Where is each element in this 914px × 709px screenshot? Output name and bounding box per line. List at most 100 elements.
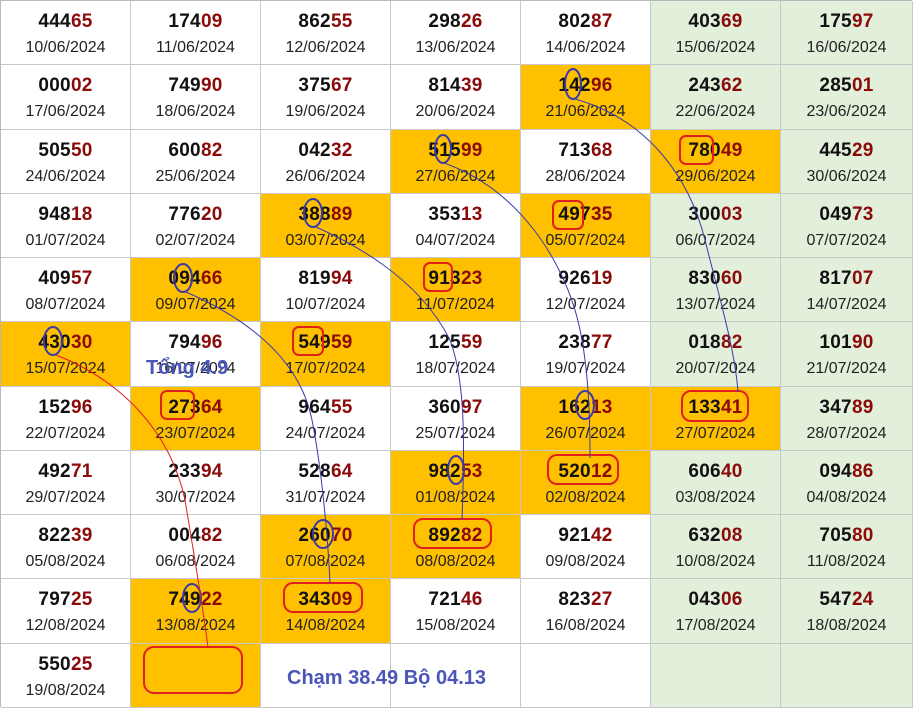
number-tail: 19 (590, 268, 613, 290)
result-number: 26070 (261, 525, 390, 547)
number-head: 260 (298, 525, 331, 547)
result-cell: 92142 09/08/2024 (521, 515, 651, 580)
result-number: 63208 (651, 525, 780, 547)
number-head: 347 (819, 396, 852, 418)
result-date: 25/06/2024 (155, 167, 236, 185)
result-number: 14296 (521, 75, 650, 97)
result-cell: 71368 28/06/2024 (521, 129, 651, 194)
result-number: 54724 (781, 589, 912, 611)
result-date: 19/08/2024 (25, 681, 106, 699)
result-number: 38889 (261, 204, 390, 226)
result-cell: 13341 27/07/2024 (651, 386, 781, 451)
result-date: 09/07/2024 (155, 296, 236, 314)
result-cell: 89282 08/08/2024 (391, 515, 521, 580)
number-head: 913 (428, 268, 461, 290)
result-date: 15/06/2024 (675, 39, 756, 56)
result-cell: 27364 23/07/2024 (131, 386, 261, 451)
number-tail: 86 (851, 460, 874, 482)
result-cell: 26070 07/08/2024 (261, 515, 391, 580)
result-number: 55025 (1, 654, 130, 676)
number-tail: 18 (70, 203, 93, 225)
number-head: 948 (38, 203, 71, 225)
number-head: 550 (38, 653, 71, 675)
number-head: 049 (819, 203, 852, 225)
result-cell: 83060 13/07/2024 (651, 258, 781, 323)
number-head: 298 (428, 11, 461, 32)
number-head: 018 (688, 332, 721, 354)
number-head: 343 (298, 589, 331, 611)
number-head: 982 (428, 460, 461, 482)
result-number: 81994 (261, 268, 390, 290)
result-cell: 78049 29/06/2024 (651, 129, 781, 194)
number-tail: 99 (460, 139, 483, 161)
number-tail: 66 (200, 268, 223, 290)
number-tail: 80 (851, 525, 874, 547)
result-date: 25/07/2024 (415, 424, 496, 442)
result-date: 01/07/2024 (25, 231, 106, 249)
result-cell: 49735 05/07/2024 (521, 193, 651, 259)
number-head: 243 (688, 75, 721, 97)
result-date: 15/08/2024 (415, 617, 496, 635)
result-cell: 51599 27/06/2024 (391, 129, 521, 194)
number-tail: 25 (70, 653, 93, 675)
result-cell: 80287 14/06/2024 (521, 1, 651, 66)
result-date: 21/07/2024 (806, 360, 887, 378)
result-date: 24/06/2024 (25, 167, 106, 185)
result-number: 17597 (781, 11, 912, 33)
number-tail: 30 (70, 332, 93, 354)
result-number: 37567 (261, 75, 390, 97)
number-tail: 12 (590, 460, 613, 482)
result-cell: 40957 08/07/2024 (1, 258, 131, 323)
number-head: 162 (558, 396, 591, 418)
result-number: 30003 (651, 204, 780, 226)
number-head: 926 (558, 268, 591, 290)
result-cell (391, 643, 521, 708)
result-cell: 34789 28/07/2024 (781, 386, 913, 451)
number-tail: 67 (330, 75, 353, 97)
number-tail: 87 (590, 11, 613, 32)
result-date: 10/07/2024 (285, 296, 366, 314)
number-tail: 60 (720, 268, 743, 290)
result-number: 35313 (391, 204, 520, 226)
result-date: 06/07/2024 (675, 231, 756, 249)
result-cell: 14296 21/06/2024 (521, 65, 651, 130)
result-number: 04306 (651, 589, 780, 611)
result-number: 82327 (521, 589, 650, 611)
number-tail: 94 (200, 460, 223, 482)
number-tail: 08 (720, 525, 743, 547)
number-tail: 01 (851, 75, 874, 97)
result-number: 15296 (1, 397, 130, 419)
result-number: 40369 (651, 11, 780, 33)
result-number: 77620 (131, 204, 260, 226)
number-tail: 55 (330, 11, 353, 32)
result-cell: 79496 16/07/2024 (131, 322, 261, 387)
result-date: 22/06/2024 (675, 103, 756, 121)
result-number: 81439 (391, 75, 520, 97)
number-head: 043 (688, 589, 721, 611)
number-head: 830 (688, 268, 721, 290)
result-cell: 34309 14/08/2024 (261, 579, 391, 644)
number-head: 094 (168, 268, 201, 290)
number-tail: 62 (720, 75, 743, 97)
number-head: 823 (558, 589, 591, 611)
result-cell: 23877 19/07/2024 (521, 322, 651, 387)
result-cell: 29826 13/06/2024 (391, 1, 521, 66)
result-date: 30/07/2024 (155, 488, 236, 506)
result-number: 78049 (651, 140, 780, 162)
result-number: 01882 (651, 332, 780, 354)
result-number: 52012 (521, 461, 650, 483)
result-number: 72146 (391, 589, 520, 611)
result-cell: 40369 15/06/2024 (651, 1, 781, 66)
result-date: 15/07/2024 (25, 360, 106, 378)
result-date: 28/06/2024 (545, 167, 626, 185)
number-head: 713 (558, 139, 591, 161)
result-number: 92142 (521, 525, 650, 547)
number-head: 353 (428, 203, 461, 225)
result-cell: 00482 06/08/2024 (131, 515, 261, 580)
number-tail: 90 (851, 332, 874, 354)
result-cell: 44529 30/06/2024 (781, 129, 913, 194)
number-head: 606 (688, 460, 721, 482)
result-cell: 52012 02/08/2024 (521, 450, 651, 516)
result-cell: 43030 15/07/2024 (1, 322, 131, 387)
result-number: 60082 (131, 140, 260, 162)
